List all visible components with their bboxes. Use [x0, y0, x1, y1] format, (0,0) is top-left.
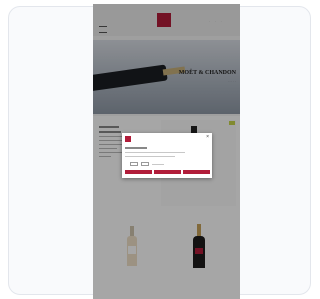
birth-day-field[interactable]: [130, 162, 138, 166]
dialog-text-line: [125, 152, 185, 153]
dialog-logo: [125, 136, 131, 142]
dialog-text-line: [125, 156, 175, 157]
birth-year-field[interactable]: [152, 164, 164, 165]
age-verification-dialog: ×: [122, 133, 212, 178]
mobile-page: · · · MOËT & CHANDON · · · · · ×: [93, 4, 240, 299]
birth-month-field[interactable]: [141, 162, 149, 166]
dialog-button-3[interactable]: [183, 170, 210, 174]
dialog-button-2[interactable]: [154, 170, 181, 174]
dialog-heading: [125, 147, 147, 149]
dialog-button-1[interactable]: [125, 170, 152, 174]
close-icon[interactable]: ×: [206, 134, 209, 140]
